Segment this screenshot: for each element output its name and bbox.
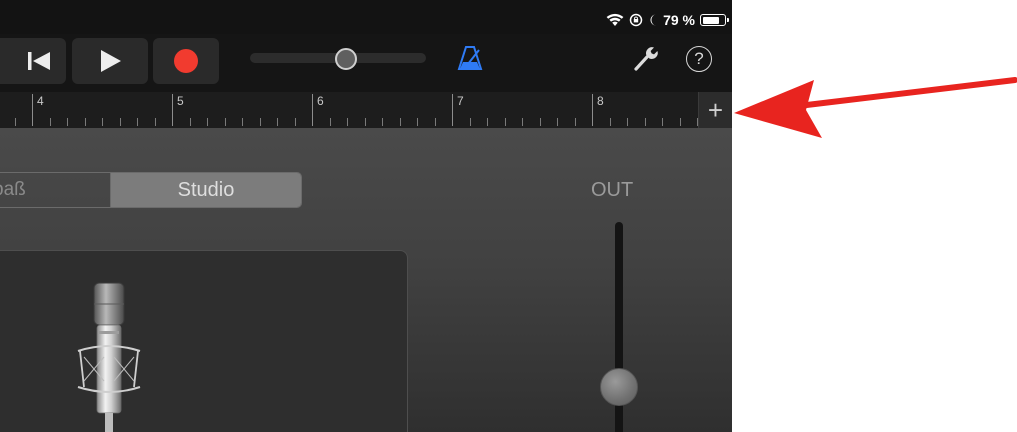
record-icon [174, 49, 198, 73]
ruler-minor-tick [644, 118, 646, 126]
wrench-icon [634, 47, 658, 71]
ruler-minor-tick [119, 118, 121, 126]
ruler-minor-tick [154, 118, 156, 126]
play-button[interactable] [72, 38, 148, 84]
ruler-minor-tick [259, 118, 261, 126]
ruler-minor-tick [364, 118, 366, 126]
microphone-icon [77, 282, 141, 432]
output-slider-thumb[interactable] [600, 368, 638, 406]
ruler-minor-tick [84, 118, 86, 126]
ruler-minor-tick [277, 118, 278, 126]
ruler-major-tick [172, 94, 173, 126]
garageband-app: 79 % ? 4 5 6 7 8 + aß Studio OUT [0, 0, 732, 432]
segment-studio[interactable]: Studio [111, 173, 301, 207]
ruler-minor-tick [399, 118, 401, 126]
ruler-bar-label: 7 [457, 94, 464, 108]
ruler-minor-tick [49, 118, 51, 126]
orientation-lock-icon [629, 13, 643, 27]
ruler-minor-tick [67, 118, 68, 126]
ruler-major-tick [452, 94, 453, 126]
ruler-bar-label: 8 [597, 94, 604, 108]
ruler-minor-tick [487, 118, 488, 126]
battery-fill [702, 16, 720, 24]
control-bar: ? [0, 34, 732, 92]
status-bar: 79 % [0, 0, 732, 34]
ruler-minor-tick [224, 118, 226, 126]
master-volume-slider[interactable] [250, 48, 426, 70]
record-button[interactable] [153, 38, 219, 84]
battery-icon [700, 14, 729, 26]
ruler-minor-tick [137, 118, 138, 126]
ruler-minor-tick [382, 118, 383, 126]
ruler-minor-tick [207, 118, 208, 126]
settings-button[interactable] [630, 42, 662, 74]
ruler-minor-tick [189, 118, 191, 126]
output-label: OUT [591, 179, 634, 201]
ruler-minor-tick [539, 118, 541, 126]
segment-fun[interactable]: paß [0, 173, 111, 207]
ruler-minor-tick [294, 118, 296, 126]
screenshot: 79 % ? 4 5 6 7 8 + aß Studio OUT [0, 0, 1017, 432]
ruler-major-tick [312, 94, 313, 126]
ruler-minor-tick [557, 118, 558, 126]
volume-thumb[interactable] [334, 48, 357, 70]
ruler-minor-tick [662, 118, 663, 126]
status-icons: 79 % [606, 10, 732, 30]
ruler-minor-tick [102, 118, 103, 126]
rewind-button[interactable] [0, 38, 66, 84]
ruler-minor-tick [627, 118, 628, 126]
play-icon [101, 50, 121, 72]
ruler-minor-tick [242, 118, 243, 126]
ruler-minor-tick [329, 118, 331, 126]
wifi-icon [606, 13, 624, 26]
metronome-button[interactable] [455, 42, 485, 74]
mode-segmented-control: paß Studio [0, 172, 302, 208]
annotation-arrow [734, 77, 1017, 138]
rewind-to-start-icon [28, 52, 50, 70]
ruler-minor-tick [469, 118, 471, 126]
ruler-minor-tick [679, 118, 681, 126]
ruler-major-tick [592, 94, 593, 126]
ruler-minor-tick [434, 118, 436, 126]
ruler-minor-tick [522, 118, 523, 126]
moon-icon [650, 14, 657, 26]
ruler-bar-label: 6 [317, 94, 324, 108]
ruler-bar-label: 5 [177, 94, 184, 108]
ruler-minor-tick [609, 118, 611, 126]
ruler-major-tick [32, 94, 33, 126]
ruler-bar-label: 4 [37, 94, 44, 108]
help-button[interactable]: ? [686, 46, 712, 72]
microphone-panel [0, 250, 408, 432]
timeline-ruler[interactable]: 4 5 6 7 8 [0, 92, 698, 128]
battery-percentage: 79 % [663, 12, 695, 28]
metronome-icon [457, 46, 483, 70]
ruler-minor-tick [504, 118, 506, 126]
ruler-minor-tick [574, 118, 576, 126]
ruler-minor-tick [347, 118, 348, 126]
add-section-button[interactable]: + [698, 92, 732, 128]
ruler-minor-tick [14, 118, 16, 126]
ruler-minor-tick [417, 118, 418, 126]
